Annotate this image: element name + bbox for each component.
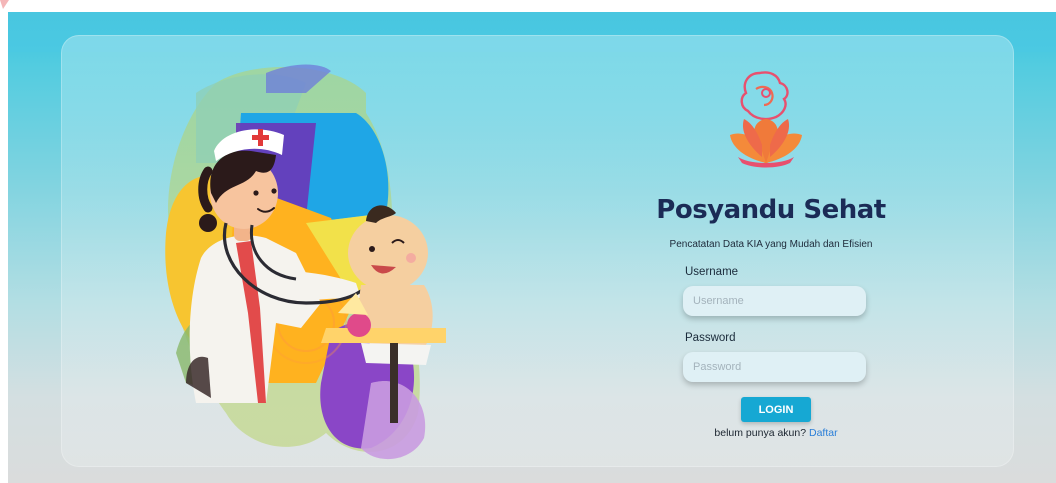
app-subtitle: Pencatatan Data KIA yang Mudah dan Efisi… xyxy=(669,239,873,250)
password-input[interactable] xyxy=(683,352,866,382)
username-label: Username xyxy=(685,266,739,278)
page-background: Posyandu Sehat Pencatatan Data KIA yang … xyxy=(8,12,1056,483)
password-label: Password xyxy=(685,332,736,344)
register-prompt-text: belum punya akun? xyxy=(714,427,807,439)
doctor-baby-illustration xyxy=(165,64,446,460)
login-button[interactable]: LOGIN xyxy=(741,397,811,422)
login-card: Posyandu Sehat Pencatatan Data KIA yang … xyxy=(61,35,1014,467)
register-prompt-line: belum punya akun? Daftar xyxy=(621,427,931,439)
mother-child-lotus-logo-icon xyxy=(730,71,802,168)
register-link[interactable]: Daftar xyxy=(809,427,838,439)
app-title: Posyandu Sehat xyxy=(656,195,886,225)
username-input[interactable] xyxy=(683,286,866,316)
